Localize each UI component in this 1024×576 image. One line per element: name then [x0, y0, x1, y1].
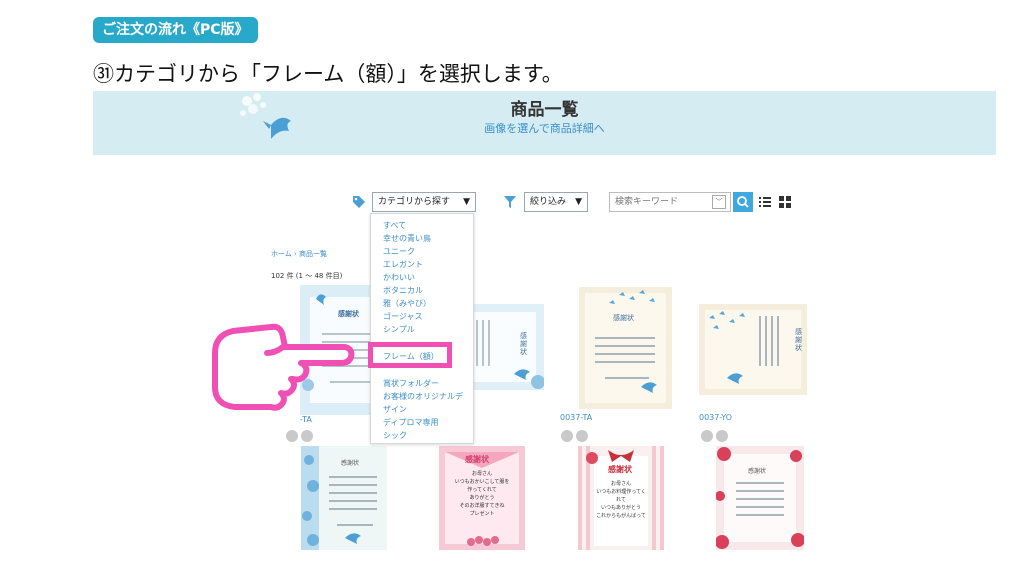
card-body-line: いつもおかいこして服を — [454, 479, 510, 485]
cart-icon[interactable] — [716, 430, 728, 442]
filter-icon — [504, 196, 516, 208]
card-body-line: 作ってくれて — [467, 487, 497, 493]
dropdown-item-bluebird[interactable]: 幸せの青い鳥 — [383, 233, 431, 244]
breadcrumb[interactable]: ホーム › 商品一覧 — [271, 249, 327, 259]
list-view-icon[interactable] — [759, 196, 771, 208]
card-body-line: プレゼント — [469, 511, 495, 517]
tag-icon — [353, 196, 365, 208]
product-code[interactable]: 0037-TA — [560, 413, 592, 422]
product-code[interactable]: 0037-YO — [699, 413, 732, 422]
card-title: 感謝状 — [465, 455, 489, 464]
dropdown-item-chic[interactable]: シック — [383, 430, 407, 441]
dropdown-item-unique[interactable]: ユニーク — [383, 246, 415, 257]
pointing-hand-icon — [212, 323, 355, 411]
card-body-line: お母さん — [471, 471, 492, 477]
instruction-text: ㉛カテゴリから「フレーム（額）」を選択します。 — [93, 62, 563, 86]
card-title: 感謝状 — [341, 460, 360, 467]
search-button[interactable] — [733, 192, 753, 212]
card-body: お母さん いつもおかいこして服を 作ってくれて ありがとう そのお洋服すてきね … — [449, 470, 515, 518]
card-title: 感謝状 — [520, 332, 527, 356]
card-body-line: ありがとう — [469, 495, 495, 501]
dropdown-item-botanical[interactable]: ボタニカル — [383, 285, 423, 296]
category-dropdown-menu: すべて 幸せの青い鳥 ユニーク エレガント かわいい ボタニカル 雅（みやび） … — [370, 213, 474, 444]
certificate-thumbnail-icon — [579, 287, 672, 409]
banner-subtitle: 画像を選んで商品詳細へ — [484, 122, 605, 135]
search-icon — [737, 196, 749, 208]
section-badge: ご注文の流れ《PC版》 — [93, 17, 258, 43]
cart-icon[interactable] — [576, 430, 588, 442]
card-title: 感謝状 — [613, 314, 634, 322]
caret-down-icon: ▼ — [575, 197, 582, 207]
card-title: 感謝状 — [795, 328, 802, 352]
certificate-thumbnail-icon — [699, 304, 807, 395]
dropdown-item-simple[interactable]: シンプル — [383, 324, 415, 335]
favorite-icon[interactable] — [701, 430, 713, 442]
product-card[interactable]: 感謝状 — [716, 446, 804, 550]
product-card[interactable]: 感謝状 お母さん いつもおかいこして服を 作ってくれて ありがとう そのお洋服す… — [439, 446, 525, 550]
category-select[interactable]: カテゴリから探す ▼ — [372, 192, 476, 212]
card-body-line: お母さん — [610, 481, 631, 487]
category-select-label: カテゴリから探す — [378, 197, 451, 207]
result-count: 102 件 (1 ～ 48 件目) — [271, 272, 343, 280]
dropdown-item-certificate-folder[interactable]: 賞状フォルダー — [383, 378, 439, 389]
filter-select[interactable]: 絞り込み ▼ — [524, 192, 588, 212]
card-actions — [286, 427, 316, 446]
filter-select-label: 絞り込み — [530, 197, 567, 207]
card-body-line: そのお洋服すてきね — [459, 503, 505, 509]
grid-view-icon[interactable] — [779, 196, 791, 208]
dropdown-item-original-design-cont[interactable]: ザイン — [383, 404, 407, 415]
card-body: お母さん いつもお料理作ってくれて いつもありがとう これからもがんばって — [596, 480, 646, 520]
dropdown-item-elegant[interactable]: エレガント — [383, 259, 423, 270]
card-title: 感謝状 — [748, 468, 767, 475]
dropdown-item-original-design[interactable]: お客様のオリジナルデ — [383, 391, 463, 402]
dropdown-item-diploma[interactable]: ディプロマ専用 — [383, 417, 438, 428]
page-banner: 商品一覧 画像を選んで商品詳細へ — [93, 91, 996, 155]
favorite-icon[interactable] — [286, 430, 298, 442]
card-body-line: いつもお料理作ってくれて — [596, 489, 646, 503]
card-body-line: これからもがんばって — [596, 513, 646, 519]
dropdown-item-cute[interactable]: かわいい — [383, 272, 415, 283]
chevron-down-icon[interactable]: ﹀ — [712, 195, 726, 209]
banner-title: 商品一覧 — [510, 100, 579, 120]
dropdown-item-miyabi[interactable]: 雅（みやび） — [383, 298, 431, 309]
favorite-icon[interactable] — [561, 430, 573, 442]
dropdown-item-all[interactable]: すべて — [383, 220, 406, 231]
card-body-line: いつもありがとう — [600, 505, 641, 511]
caret-down-icon: ▼ — [463, 197, 470, 207]
card-actions — [561, 427, 591, 446]
dropdown-item-gorgeous[interactable]: ゴージャス — [383, 311, 422, 322]
cart-icon[interactable] — [301, 430, 313, 442]
card-title: 感謝状 — [608, 465, 632, 474]
product-card[interactable]: 感謝状 — [579, 287, 672, 409]
card-actions — [701, 427, 731, 446]
product-card[interactable]: 感謝状 お母さん いつもお料理作ってくれて いつもありがとう これからもがんばっ… — [578, 446, 664, 550]
product-card[interactable]: 感謝状 — [301, 446, 387, 550]
product-card[interactable]: 感謝状 — [699, 304, 807, 395]
highlight-frame-option — [368, 342, 452, 368]
certificate-thumbnail-icon — [716, 446, 804, 550]
